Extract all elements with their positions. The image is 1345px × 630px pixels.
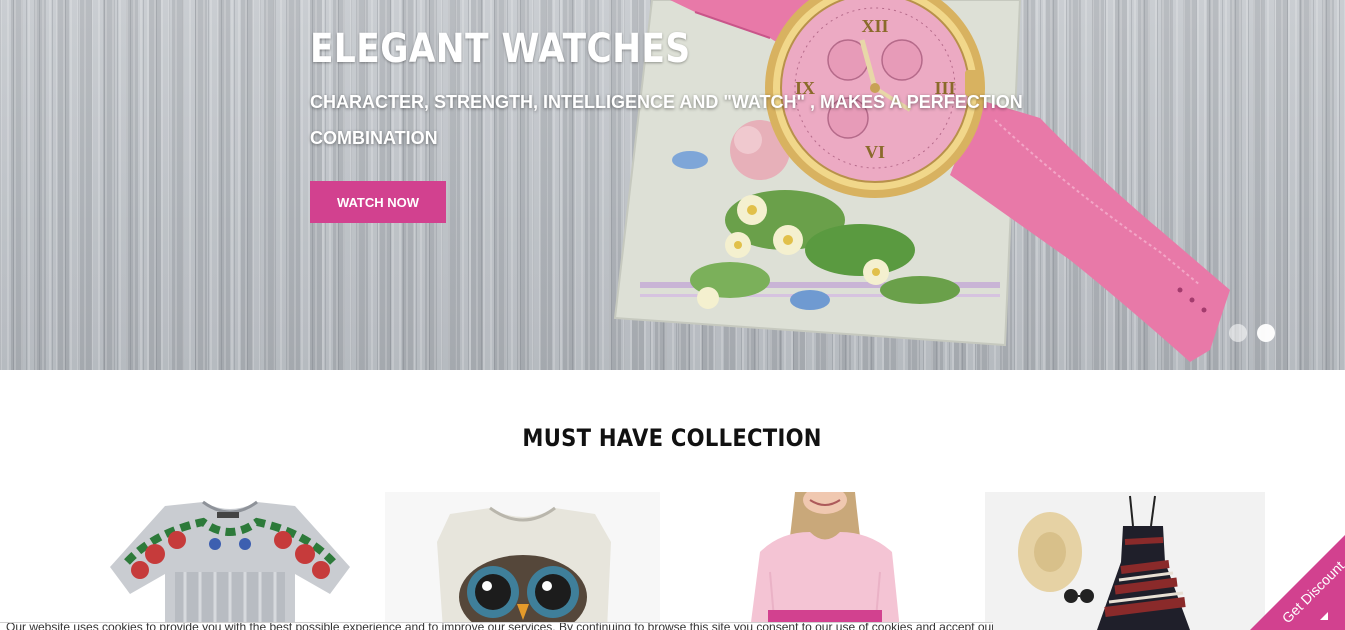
floral-tshirt-image <box>110 500 350 630</box>
owl-print-tshirt-image <box>437 506 611 630</box>
watch-now-button[interactable]: WATCH NOW <box>310 181 446 223</box>
product-card-floral-tshirt[interactable] <box>95 492 365 630</box>
cookie-consent-text: Our website uses cookies to provide you … <box>6 622 993 630</box>
hero-banner: XII VI IX III ELEGANT WATCHES CHARACTER,… <box>0 0 1345 370</box>
product-card-striped-dress[interactable] <box>985 492 1265 630</box>
svg-text:XII: XII <box>861 16 888 36</box>
striped-dress-hat-image <box>1018 495 1190 630</box>
cookie-consent-bar: Our website uses cookies to provide you … <box>0 622 993 630</box>
hero-subtitle: CHARACTER, STRENGTH, INTELLIGENCE AND "W… <box>310 92 1023 148</box>
slider-pagination <box>1229 324 1275 342</box>
product-card-owl-tshirt[interactable] <box>385 492 660 630</box>
hero-title: ELEGANT WATCHES <box>310 26 691 72</box>
watch-hero-image: XII VI IX III <box>613 0 1230 362</box>
slider-dot-2[interactable] <box>1257 324 1275 342</box>
section-title-text: MUST HAVE COLLECTION <box>522 424 823 452</box>
section-title: MUST HAVE COLLECTION <box>0 424 1345 452</box>
slider-dot-1[interactable] <box>1229 324 1247 342</box>
